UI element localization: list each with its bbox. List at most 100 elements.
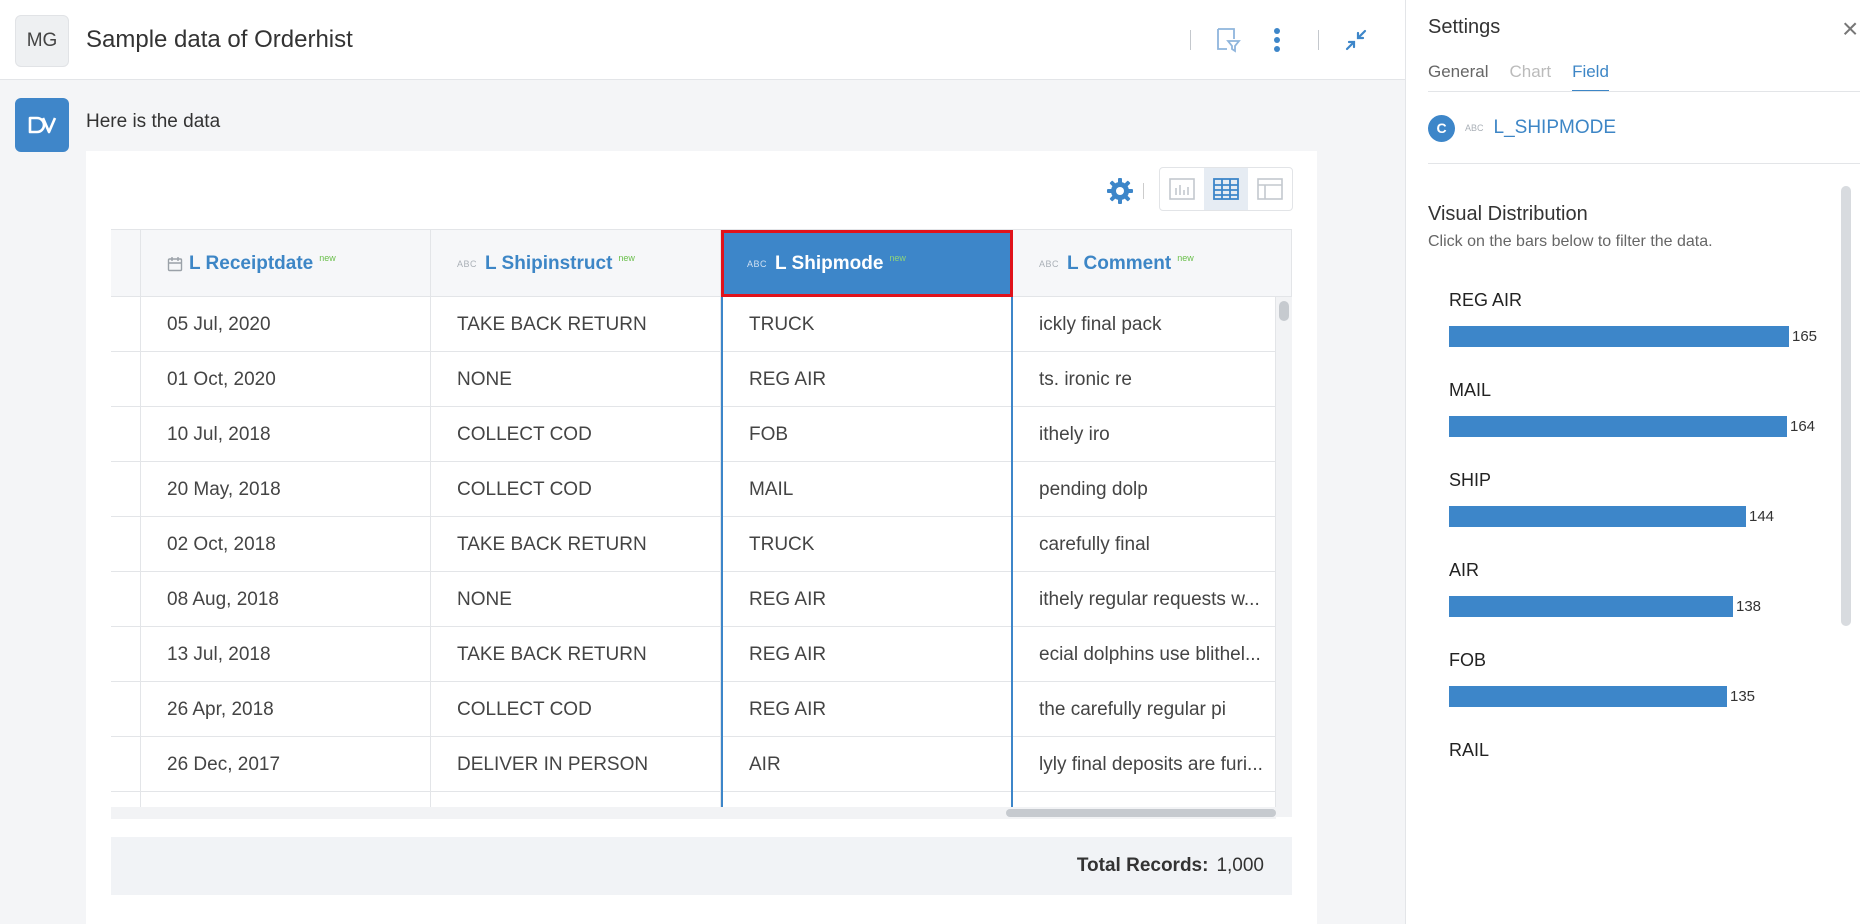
data-card: L Receiptdate new ABC L Shipinstruct new… bbox=[86, 151, 1317, 924]
table-cell[interactable]: DELIVER IN PERSON bbox=[431, 737, 721, 792]
table-cell[interactable]: ecial dolphins use blithel... bbox=[1013, 627, 1276, 682]
table-row[interactable]: 20 May, 2018 COLLECT COD MAIL pending dolp bbox=[111, 462, 1276, 517]
chart-view-button[interactable] bbox=[1160, 168, 1204, 210]
bar-chart-icon bbox=[1169, 178, 1195, 200]
cell-text: 02 Oct, 2018 bbox=[167, 533, 276, 555]
distribution-bar[interactable] bbox=[1449, 686, 1727, 707]
distribution-bar-item[interactable]: REG AIR 165 bbox=[1449, 290, 1829, 380]
table-row[interactable]: 10 Jul, 2018 COLLECT COD FOB ithely iro bbox=[111, 407, 1276, 462]
tab-chart[interactable]: Chart bbox=[1509, 62, 1551, 92]
vertical-scrollbar-thumb[interactable] bbox=[1279, 301, 1289, 321]
cell-text: 05 Jul, 2020 bbox=[167, 313, 271, 335]
table-row[interactable]: 26 Apr, 2018 COLLECT COD REG AIR the carefu… bbox=[111, 682, 1276, 737]
table-cell[interactable]: TAKE BACK RETURN bbox=[431, 517, 721, 572]
distribution-bar[interactable] bbox=[1449, 506, 1746, 527]
table-cell[interactable]: ithely regular requests w... bbox=[1013, 572, 1276, 627]
distribution-bar[interactable] bbox=[1449, 416, 1787, 437]
pivot-table-icon bbox=[1257, 178, 1283, 200]
distribution-bar-item[interactable]: MAIL 164 bbox=[1449, 380, 1829, 470]
table-cell[interactable]: COLLECT COD bbox=[431, 462, 721, 517]
close-icon[interactable]: × bbox=[1842, 14, 1860, 44]
table-cell[interactable]: 08 Aug, 2018 bbox=[141, 572, 431, 627]
table-cell[interactable]: NONE bbox=[431, 352, 721, 407]
table-row[interactable]: 08 Aug, 2018 NONE REG AIR ithely regular re… bbox=[111, 572, 1276, 627]
cell-text: carefully final bbox=[1039, 533, 1150, 555]
table-cell[interactable]: 02 Oct, 2018 bbox=[141, 517, 431, 572]
table-cell[interactable]: COLLECT COD bbox=[431, 682, 721, 737]
distribution-bar[interactable] bbox=[1449, 326, 1789, 347]
distribution-bar-item[interactable]: AIR 138 bbox=[1449, 560, 1829, 650]
distribution-bar-item[interactable]: SHIP 144 bbox=[1449, 470, 1829, 560]
table-cell[interactable]: carefully final bbox=[1013, 517, 1276, 572]
table-cell[interactable]: lyly final deposits are furi... bbox=[1013, 737, 1276, 792]
horizontal-scrollbar[interactable] bbox=[111, 807, 1276, 819]
row-number-cell bbox=[111, 517, 141, 572]
cell-text: ts. ironic re bbox=[1039, 368, 1132, 390]
table-cell[interactable]: COLLECT COD bbox=[431, 407, 721, 462]
table-cell[interactable]: 20 May, 2018 bbox=[141, 462, 431, 517]
tab-field[interactable]: Field bbox=[1572, 62, 1609, 92]
table-cell[interactable]: TAKE BACK RETURN bbox=[431, 297, 721, 352]
settings-panel: Settings × General Chart Field C ABC L_S… bbox=[1405, 0, 1860, 924]
table-row[interactable]: 26 Dec, 2017 DELIVER IN PERSON AIR lyly fin… bbox=[111, 737, 1276, 792]
table-cell[interactable]: ithely iro bbox=[1013, 407, 1276, 462]
table-cell[interactable]: 13 Jul, 2018 bbox=[141, 627, 431, 682]
more-vertical-icon[interactable] bbox=[1259, 22, 1295, 58]
tab-general[interactable]: General bbox=[1428, 62, 1488, 92]
distribution-bar-item[interactable]: RAIL bbox=[1449, 740, 1829, 770]
distribution-bar-item[interactable]: FOB 135 bbox=[1449, 650, 1829, 740]
table-cell[interactable]: pending dolp bbox=[1013, 462, 1276, 517]
distribution-bar[interactable] bbox=[1449, 596, 1733, 617]
calendar-icon bbox=[167, 256, 183, 272]
table-cell[interactable]: TRUCK bbox=[721, 517, 1013, 572]
column-header-l-receiptdate[interactable]: L Receiptdate new bbox=[141, 230, 431, 297]
column-header-l-shipinstruct[interactable]: ABC L Shipinstruct new bbox=[431, 230, 721, 297]
gear-icon[interactable] bbox=[1105, 176, 1135, 206]
cell-text: AIR bbox=[749, 753, 781, 775]
field-divider bbox=[1428, 163, 1860, 164]
cell-text: ickly final pack bbox=[1039, 313, 1162, 335]
table-cell[interactable]: REG AIR bbox=[721, 352, 1013, 407]
filter-report-icon[interactable] bbox=[1210, 22, 1246, 58]
table-cell[interactable]: 10 Jul, 2018 bbox=[141, 407, 431, 462]
table-cell[interactable]: AIR bbox=[721, 737, 1013, 792]
table-view-button[interactable] bbox=[1204, 168, 1248, 210]
row-number-cell bbox=[111, 297, 141, 352]
bar-label: MAIL bbox=[1449, 380, 1492, 400]
table-cell[interactable]: 26 Dec, 2017 bbox=[141, 737, 431, 792]
table-cell[interactable]: TRUCK bbox=[721, 297, 1013, 352]
user-avatar[interactable]: MG bbox=[15, 15, 69, 67]
table-cell[interactable]: 01 Oct, 2020 bbox=[141, 352, 431, 407]
table-cell[interactable]: REG AIR bbox=[721, 682, 1013, 737]
table-row[interactable]: 02 Oct, 2018 TAKE BACK RETURN TRUCK careful… bbox=[111, 517, 1276, 572]
table-cell[interactable]: 05 Jul, 2020 bbox=[141, 297, 431, 352]
field-name: L_SHIPMODE bbox=[1493, 117, 1616, 138]
panel-scrollbar[interactable] bbox=[1841, 186, 1851, 626]
collapse-icon[interactable] bbox=[1338, 22, 1374, 58]
row-number-cell bbox=[111, 352, 141, 407]
table-row[interactable]: 05 Jul, 2020 TAKE BACK RETURN TRUCK ickly f… bbox=[111, 297, 1276, 352]
table-cell[interactable]: NONE bbox=[431, 572, 721, 627]
table-cell[interactable]: TAKE BACK RETURN bbox=[431, 627, 721, 682]
table-cell[interactable]: 26 Apr, 2018 bbox=[141, 682, 431, 737]
table-cell[interactable]: MAIL bbox=[721, 462, 1013, 517]
column-header-l-shipmode[interactable]: ABC L Shipmode new bbox=[721, 230, 1013, 297]
table-cell[interactable]: ts. ironic re bbox=[1013, 352, 1276, 407]
table-cell[interactable]: REG AIR bbox=[721, 572, 1013, 627]
panel-scrollbar-thumb[interactable] bbox=[1841, 186, 1851, 626]
table-row[interactable]: 01 Oct, 2020 NONE REG AIR ts. ironic re bbox=[111, 352, 1276, 407]
column-header-l-comment[interactable]: ABC L Comment new bbox=[1013, 230, 1292, 297]
total-records-label: Total Records: bbox=[1076, 855, 1209, 876]
table-cell[interactable]: FOB bbox=[721, 407, 1013, 462]
cell-text: COLLECT COD bbox=[457, 478, 592, 500]
table-icon bbox=[1213, 178, 1239, 200]
vertical-scrollbar[interactable] bbox=[1276, 297, 1292, 817]
table-cell[interactable]: REG AIR bbox=[721, 627, 1013, 682]
cell-text: 01 Oct, 2020 bbox=[167, 368, 276, 390]
table-cell[interactable]: ickly final pack bbox=[1013, 297, 1276, 352]
pivot-view-button[interactable] bbox=[1248, 168, 1292, 210]
table-row[interactable]: 13 Jul, 2018 TAKE BACK RETURN REG AIR ecial… bbox=[111, 627, 1276, 682]
bar-value-label: 164 bbox=[1790, 418, 1816, 435]
horizontal-scrollbar-thumb[interactable] bbox=[1006, 809, 1276, 817]
table-cell[interactable]: the carefully regular pi bbox=[1013, 682, 1276, 737]
